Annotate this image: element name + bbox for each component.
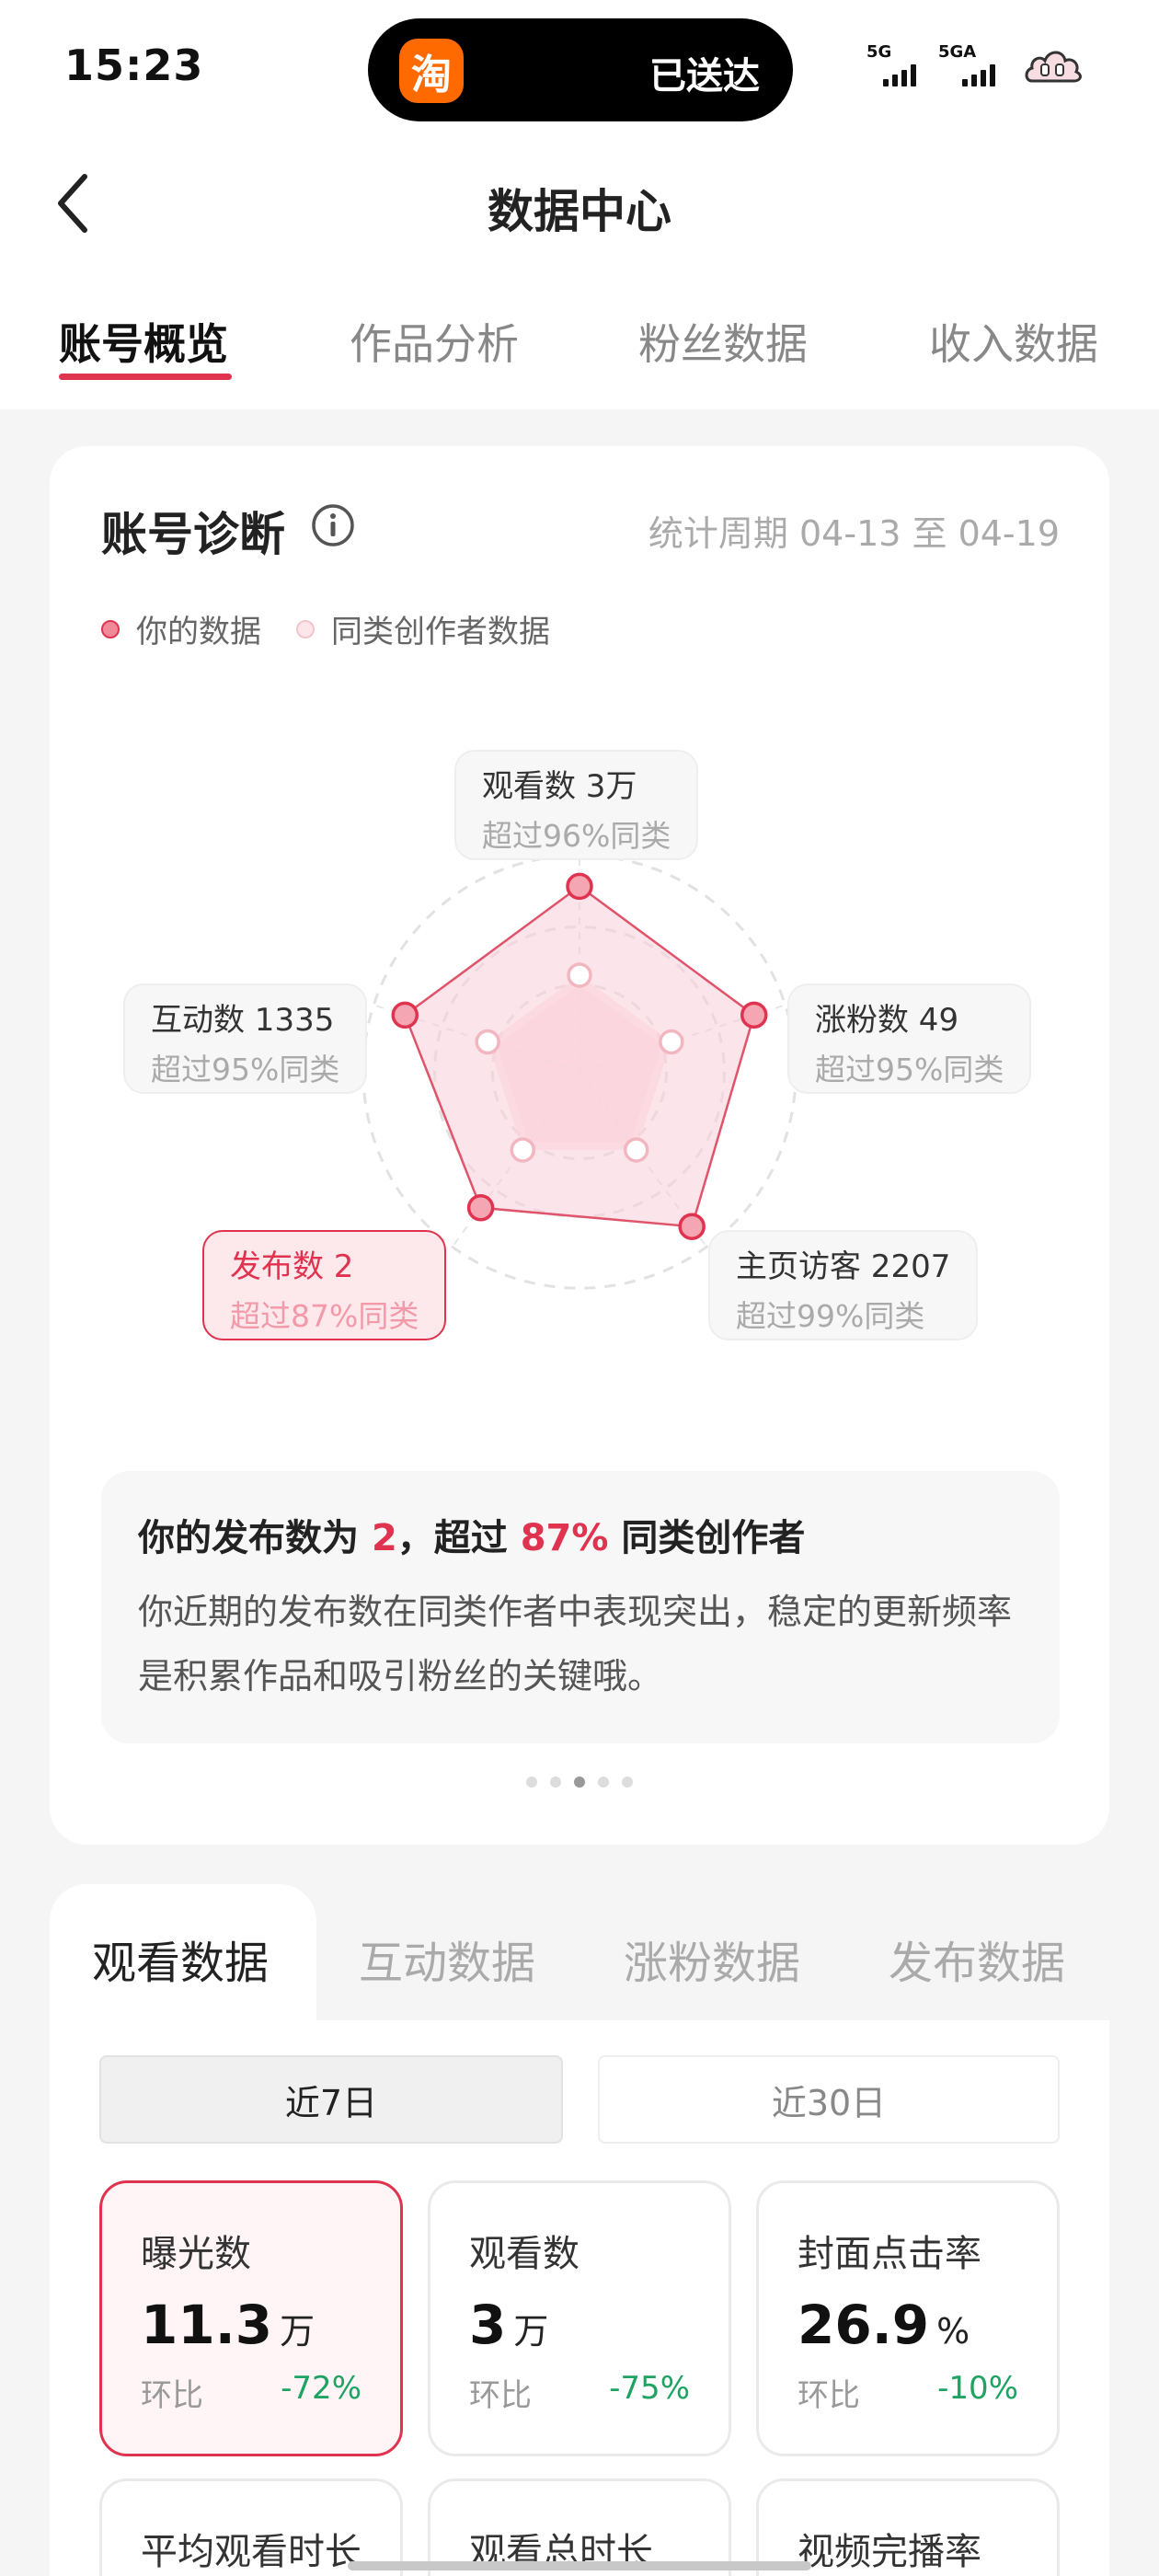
subtab-interactions[interactable]: 互动数据 <box>359 1926 535 1991</box>
range-7-days[interactable]: 近7日 <box>99 2055 563 2144</box>
radar-point-peer <box>623 1137 649 1163</box>
radar-point-peer <box>475 1029 500 1055</box>
radar-point-mine <box>740 1001 768 1029</box>
radar-label-followers[interactable]: 涨粉数 49 超过95%同类 <box>787 983 1032 1094</box>
insight-headline: 你的发布数为 2，超过 87% 同类创作者 <box>138 1517 806 1559</box>
mine-data-polygon <box>403 884 756 1228</box>
radar-point-mine <box>566 872 593 901</box>
range-30-days[interactable]: 近30日 <box>598 2055 1060 2144</box>
pager-dot[interactable] <box>550 1777 561 1788</box>
pager-dot[interactable] <box>598 1777 609 1788</box>
taobao-app-icon: 淘 <box>399 39 464 103</box>
radar-point-peer <box>659 1029 684 1055</box>
radar-point-mine <box>678 1213 706 1240</box>
radar-label-visitors[interactable]: 主页访客 2207 超过99%同类 <box>708 1230 979 1340</box>
radar-label-views[interactable]: 观看数 3万 超过96%同类 <box>454 750 699 860</box>
radar-label-interactions[interactable]: 互动数 1335 超过95%同类 <box>123 983 368 1094</box>
pager-dot[interactable] <box>526 1777 537 1788</box>
account-diagnosis-card: 账号诊断 统计周期 04-13 至 04-19 你的数据 同类创作者数据 观看数… <box>50 446 1109 1845</box>
tab-income-data[interactable]: 收入数据 <box>929 311 1098 372</box>
stats-card: 观看数据 互动数据 涨粉数据 发布数据 近7日 近30日 曝光数 11.3 万 环… <box>50 1884 1109 2576</box>
pager-dot-active[interactable] <box>574 1777 585 1788</box>
status-bar: 15:23 淘 已送达 5G 5GA <box>0 0 1159 138</box>
insight-box: 你的发布数为 2，超过 87% 同类创作者 你近期的发布数在同类作者中表现突出，… <box>101 1471 1060 1743</box>
home-indicator[interactable] <box>348 2561 811 2570</box>
delivery-status-text: 已送达 <box>649 55 760 98</box>
insight-body: 你近期的发布数在同类作者中表现突出，稳定的更新频率是积累作品和吸引粉丝的关键哦。 <box>138 1592 1013 1696</box>
page-title: 数据中心 <box>488 185 671 238</box>
active-tab-indicator <box>59 374 232 380</box>
carousel-pager <box>50 1777 1109 1788</box>
radar-point-mine <box>391 1001 419 1029</box>
radar-point-peer <box>567 962 592 988</box>
subtab-posts[interactable]: 发布数据 <box>889 1926 1065 1991</box>
metric-impressions[interactable]: 曝光数 11.3 万 环比 -72% <box>99 2180 403 2456</box>
radar-point-peer <box>510 1137 536 1163</box>
tab-fans-data[interactable]: 粉丝数据 <box>638 311 808 372</box>
subtab-views[interactable]: 观看数据 <box>92 1926 269 1991</box>
pager-dot[interactable] <box>622 1777 633 1788</box>
status-time: 15:23 <box>64 40 204 90</box>
radar-label-posts[interactable]: 发布数 2 超过87%同类 <box>202 1230 447 1340</box>
dynamic-island[interactable]: 淘 已送达 <box>368 18 793 121</box>
metric-views[interactable]: 观看数 3万 环比 -75% <box>428 2180 731 2456</box>
nav-bar: 数据中心 <box>0 138 1159 267</box>
tab-account-overview[interactable]: 账号概览 <box>59 311 228 372</box>
radar-point-mine <box>466 1194 495 1222</box>
top-tabs: 账号概览 作品分析 粉丝数据 收入数据 <box>0 267 1159 409</box>
tab-works-analysis[interactable]: 作品分析 <box>350 311 519 372</box>
battery-cloud-icon <box>1025 51 1082 83</box>
subtab-followers[interactable]: 涨粉数据 <box>624 1926 800 1991</box>
metric-cover-ctr[interactable]: 封面点击率 26.9% 环比 -10% <box>756 2180 1060 2456</box>
